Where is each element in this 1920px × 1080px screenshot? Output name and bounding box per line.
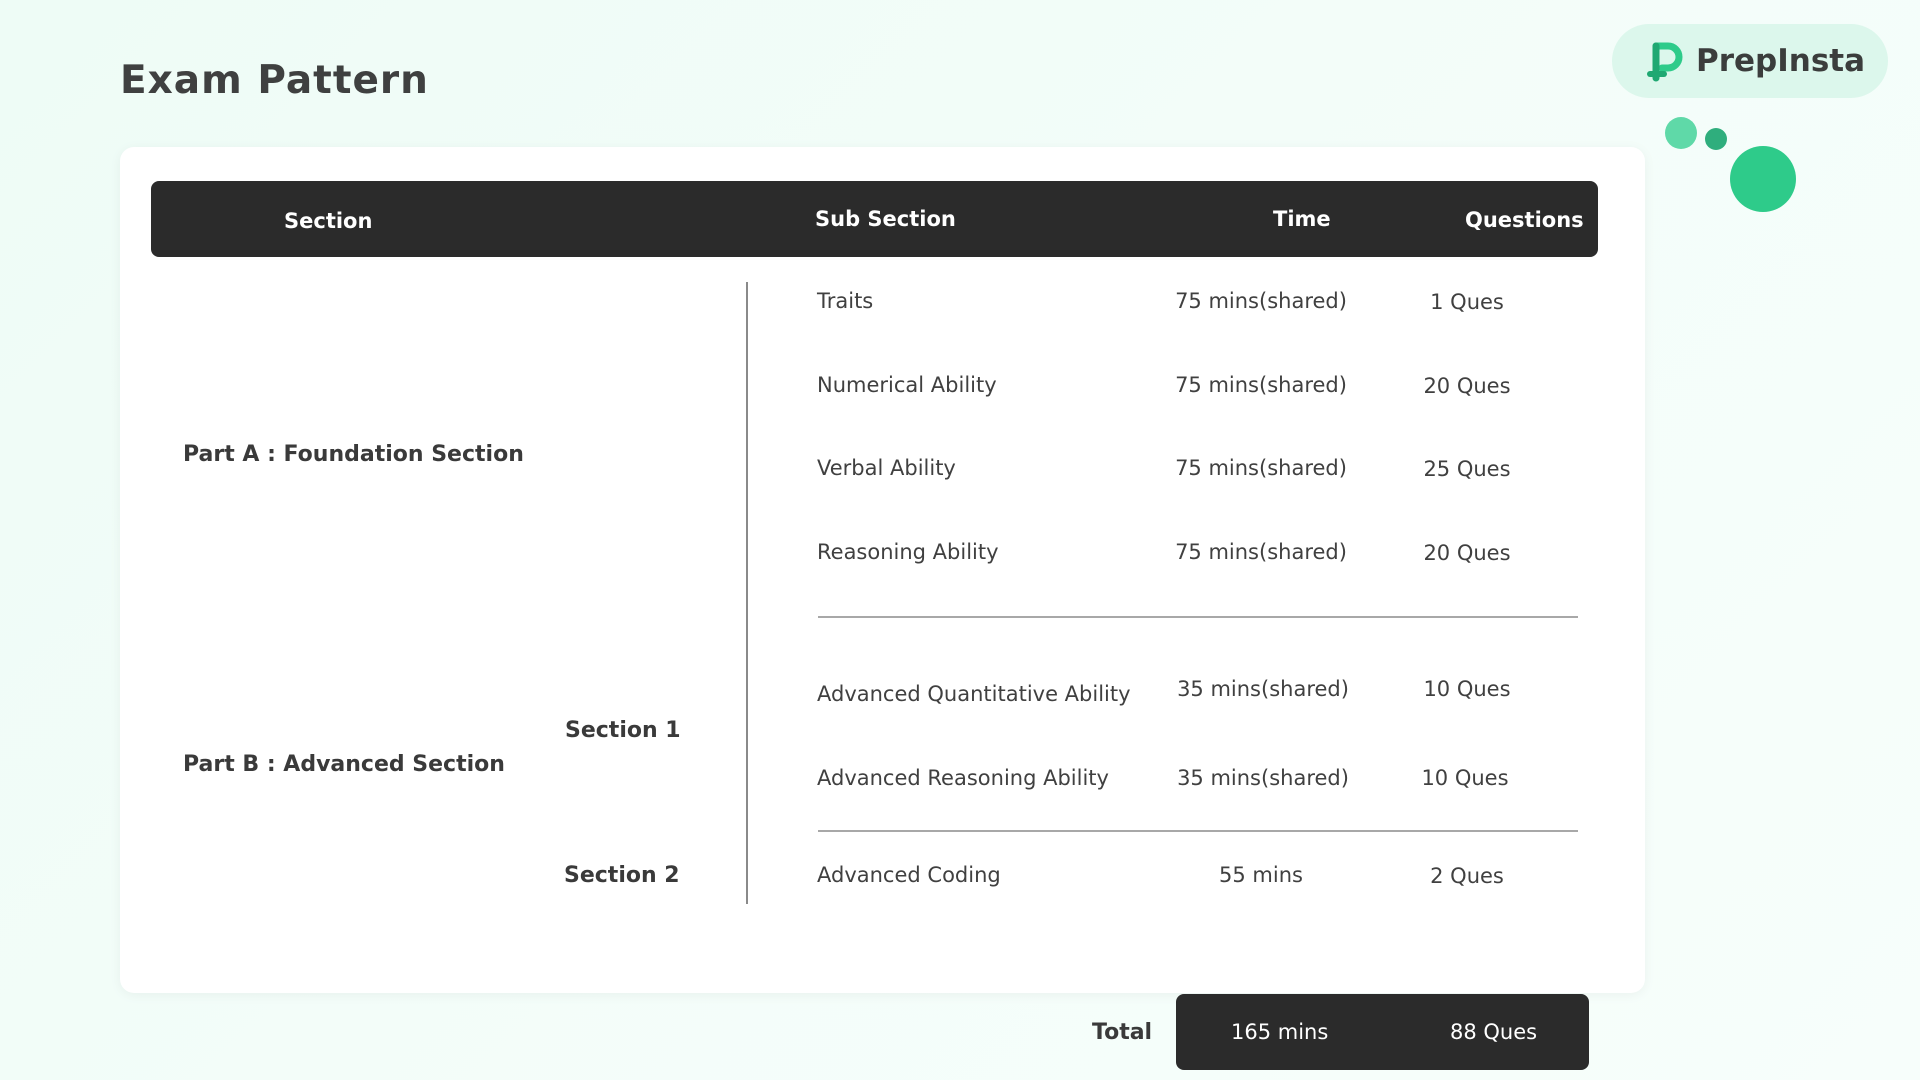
decorative-dot-tiny	[1705, 128, 1727, 150]
table-header: Section Sub Section Time Questions	[151, 181, 1598, 257]
prepinsta-p-logo-icon	[1647, 42, 1683, 82]
table-row: Advanced Reasoning Ability 35 mins(share…	[120, 766, 1645, 796]
table-row: Numerical Ability 75 mins(shared) 20 Que…	[120, 373, 1645, 403]
exam-pattern-table-card: Section Sub Section Time Questions Part …	[120, 147, 1645, 993]
table-row: Advanced Quantitative Ability 35 mins(sh…	[120, 677, 1645, 707]
sub-section-name: Advanced Reasoning Ability	[817, 766, 1109, 790]
time-value: 35 mins(shared)	[1177, 766, 1349, 790]
header-questions: Questions	[1465, 208, 1584, 232]
header-sub-section: Sub Section	[815, 207, 956, 231]
questions-value: 20 Ques	[1423, 374, 1511, 398]
header-time: Time	[1273, 207, 1331, 231]
time-value: 35 mins(shared)	[1177, 677, 1349, 701]
questions-value: 10 Ques	[1421, 766, 1509, 790]
table-row: Reasoning Ability 75 mins(shared) 20 Que…	[120, 540, 1645, 570]
questions-value: 20 Ques	[1423, 541, 1511, 565]
questions-value: 10 Ques	[1423, 677, 1511, 701]
brand-name: PrepInsta	[1696, 43, 1866, 79]
questions-value: 1 Ques	[1430, 290, 1504, 314]
time-value: 75 mins(shared)	[1175, 456, 1347, 480]
total-bar: 165 mins 88 Ques	[1176, 994, 1589, 1070]
brand-logo: PrepInsta	[1612, 24, 1888, 98]
sub-section-name: Advanced Quantitative Ability	[817, 682, 1131, 706]
table-row: Advanced Coding 55 mins 2 Ques	[120, 863, 1645, 893]
decorative-dot-small	[1665, 117, 1697, 149]
table-row: Traits 75 mins(shared) 1 Ques	[120, 289, 1645, 319]
sub-section-name: Numerical Ability	[817, 373, 997, 397]
time-value: 55 mins	[1219, 863, 1303, 887]
time-value: 75 mins(shared)	[1175, 373, 1347, 397]
sub-section-name: Advanced Coding	[817, 863, 1001, 887]
total-time: 165 mins	[1231, 1020, 1329, 1044]
part-b-section-1-label: Section 1	[565, 718, 681, 743]
sub-section-name: Verbal Ability	[817, 456, 956, 480]
time-value: 75 mins(shared)	[1175, 289, 1347, 313]
part-divider	[818, 616, 1578, 618]
table-row: Verbal Ability 75 mins(shared) 25 Ques	[120, 456, 1645, 486]
total-questions: 88 Ques	[1450, 1020, 1538, 1044]
sub-section-name: Traits	[817, 289, 874, 313]
header-section: Section	[284, 209, 373, 233]
decorative-dot-large	[1730, 146, 1796, 212]
questions-value: 25 Ques	[1423, 457, 1511, 481]
page-title: Exam Pattern	[120, 58, 429, 103]
time-value: 75 mins(shared)	[1175, 540, 1347, 564]
questions-value: 2 Ques	[1430, 864, 1504, 888]
section-divider	[818, 830, 1578, 832]
sub-section-name: Reasoning Ability	[817, 540, 999, 564]
total-label: Total	[1092, 1020, 1153, 1045]
